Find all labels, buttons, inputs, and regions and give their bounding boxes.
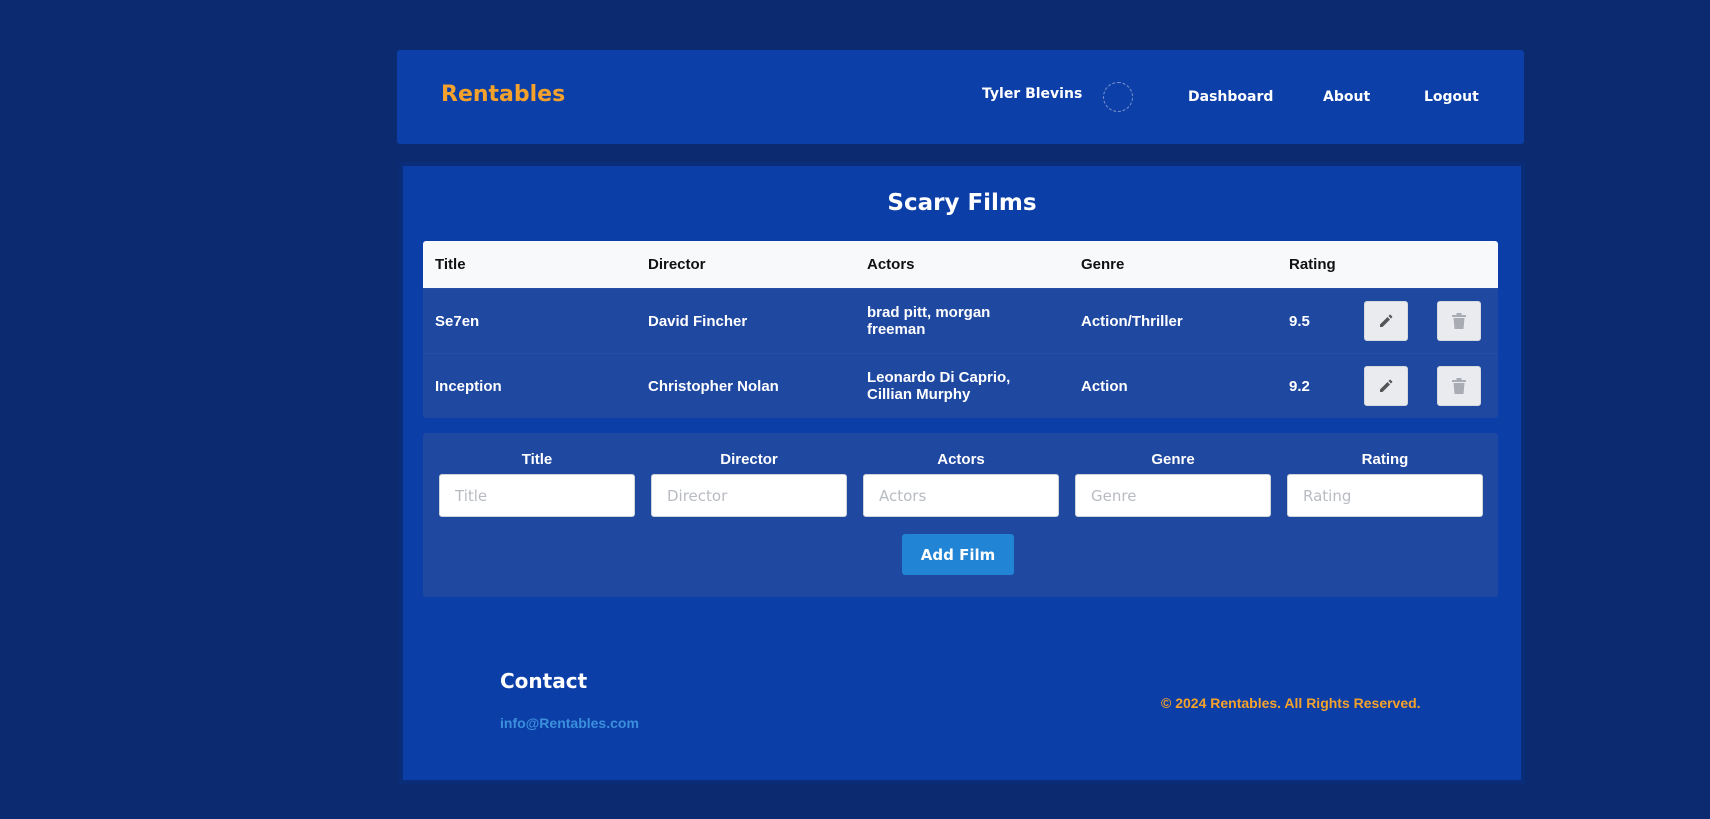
brand-logo[interactable]: Rentables [441,82,565,107]
nav-link-dashboard[interactable]: Dashboard [1188,89,1273,105]
rating-input[interactable] [1287,474,1483,517]
rating-label: Rating [1361,451,1409,468]
trash-icon [1452,378,1466,394]
column-header-rating: Rating [1289,256,1336,273]
delete-button[interactable] [1437,301,1481,341]
contact-heading: Contact [500,669,588,693]
column-header-actors: Actors [867,256,915,273]
genre-label: Genre [1151,451,1195,468]
genre-input[interactable] [1075,474,1271,517]
cell-genre: Action [1081,378,1128,395]
cell-rating: 9.5 [1289,313,1310,330]
title-input[interactable] [439,474,635,517]
nav-link-about[interactable]: About [1323,89,1370,105]
director-label: Director [720,451,778,468]
nav-link-logout[interactable]: Logout [1424,89,1479,105]
column-header-title: Title [435,256,466,273]
main-panel: Scary Films Title Director Actors Genre … [399,162,1525,784]
column-header-director: Director [648,256,706,273]
pencil-icon [1380,379,1393,392]
actors-label: Actors [937,451,985,468]
top-navbar: Rentables Tyler Blevins Dashboard About … [397,50,1524,144]
director-input[interactable] [651,474,847,517]
cell-director: Christopher Nolan [648,378,779,395]
user-avatar[interactable] [1103,82,1133,112]
table-row: Se7en David Fincher brad pitt, morgan fr… [423,288,1498,353]
cell-title: Inception [435,378,502,395]
copyright-text: © 2024 Rentables. All Rights Reserved. [1161,695,1421,711]
cell-actors: brad pitt, morgan freeman [867,304,991,338]
page-title: Scary Films [887,190,1037,216]
cell-rating: 9.2 [1289,378,1310,395]
cell-title: Se7en [435,313,480,330]
delete-button[interactable] [1437,366,1481,406]
title-label: Title [521,451,553,468]
add-film-button[interactable]: Add Film [902,534,1014,575]
nav-user-name: Tyler Blevins [982,86,1083,102]
table-header: Title Director Actors Genre Rating [423,241,1498,288]
films-table: Title Director Actors Genre Rating Se7en… [423,241,1498,418]
edit-button[interactable] [1364,366,1408,406]
cell-director: David Fincher [648,313,748,330]
column-header-genre: Genre [1081,256,1125,273]
pencil-icon [1380,314,1393,327]
cell-genre: Action/Thriller [1081,313,1183,330]
contact-email-link[interactable]: info@Rentables.com [500,715,639,731]
table-row: Inception Christopher Nolan Leonardo Di … [423,353,1498,418]
actors-input[interactable] [863,474,1059,517]
cell-actors: Leonardo Di Caprio, Cillian Murphy [867,369,1011,403]
add-film-form: Title Director Actors Genre Rating Add F… [423,433,1498,597]
edit-button[interactable] [1364,301,1408,341]
trash-icon [1452,313,1466,329]
